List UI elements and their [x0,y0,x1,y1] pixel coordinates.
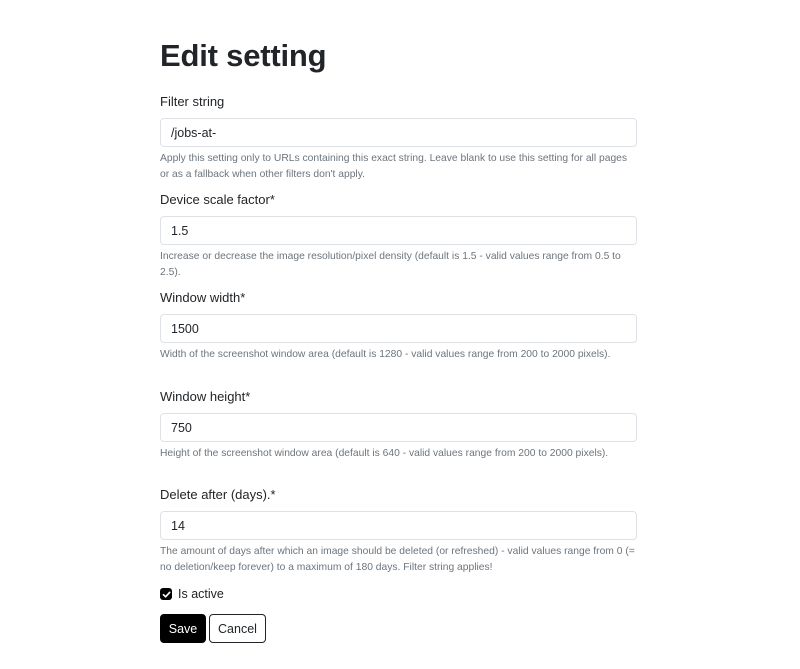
page-title: Edit setting [160,38,327,73]
window-width-help: Width of the screenshot window area (def… [160,349,611,360]
checkmark-icon [162,591,171,598]
delete-after-label: Delete after (days).* [160,487,276,502]
window-height-group: Window height* Height of the screenshot … [160,389,637,462]
window-width-group: Window width* Width of the screenshot wi… [160,290,637,363]
window-width-label: Window width* [160,290,246,305]
device-scale-factor-group: Device scale factor* Increase or decreas… [160,192,637,281]
filter-string-group: Filter string Apply this setting only to… [160,94,637,183]
delete-after-input[interactable] [160,511,637,540]
window-height-label: Window height* [160,389,251,404]
window-height-help: Height of the screenshot window area (de… [160,448,609,459]
filter-string-input[interactable] [160,118,637,147]
device-scale-factor-input[interactable] [160,216,637,245]
window-width-input[interactable] [160,314,637,343]
delete-after-help: The amount of days after which an image … [160,546,635,573]
device-scale-factor-label: Device scale factor* [160,192,275,207]
is-active-row: Is active [160,586,224,602]
delete-after-group: Delete after (days).* The amount of days… [160,487,637,576]
cancel-button[interactable]: Cancel [209,614,266,643]
save-button[interactable]: Save [160,614,206,643]
filter-string-help: Apply this setting only to URLs containi… [160,153,628,180]
form-actions: Save Cancel [160,614,266,643]
is-active-label[interactable]: Is active [178,587,224,601]
device-scale-factor-help: Increase or decrease the image resolutio… [160,251,621,278]
is-active-checkbox[interactable] [160,588,172,600]
filter-string-label: Filter string [160,94,225,109]
window-height-input[interactable] [160,413,637,442]
